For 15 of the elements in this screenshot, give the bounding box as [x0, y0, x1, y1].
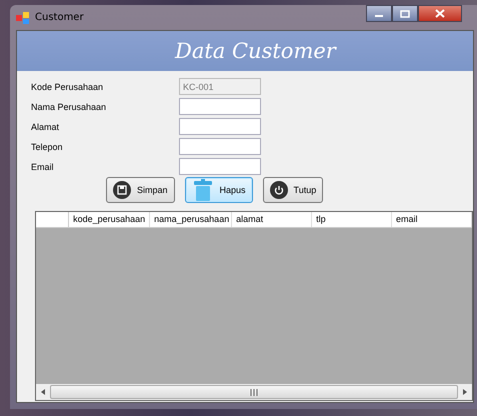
- column-header[interactable]: tlp: [312, 212, 392, 227]
- field-label: Alamat: [31, 122, 60, 132]
- save-button[interactable]: Simpan: [106, 177, 175, 203]
- field-label: Nama Perusahaan: [31, 102, 108, 112]
- column-header[interactable]: alamat: [232, 212, 312, 227]
- column-header[interactable]: email: [392, 212, 472, 227]
- close-button[interactable]: Tutup: [262, 177, 324, 203]
- field-label: Email: [31, 162, 55, 172]
- column-header[interactable]: nama_perusahaan: [150, 212, 232, 227]
- delete-button[interactable]: Hapus: [184, 177, 253, 203]
- field-label: Kode Perusahaan: [31, 82, 104, 92]
- banner-title: Data Customer: [175, 39, 336, 63]
- window-title: Customer: [35, 12, 84, 23]
- field-label: Telepon: [31, 142, 64, 152]
- column-header[interactable]: kode_perusahaan: [69, 212, 150, 227]
